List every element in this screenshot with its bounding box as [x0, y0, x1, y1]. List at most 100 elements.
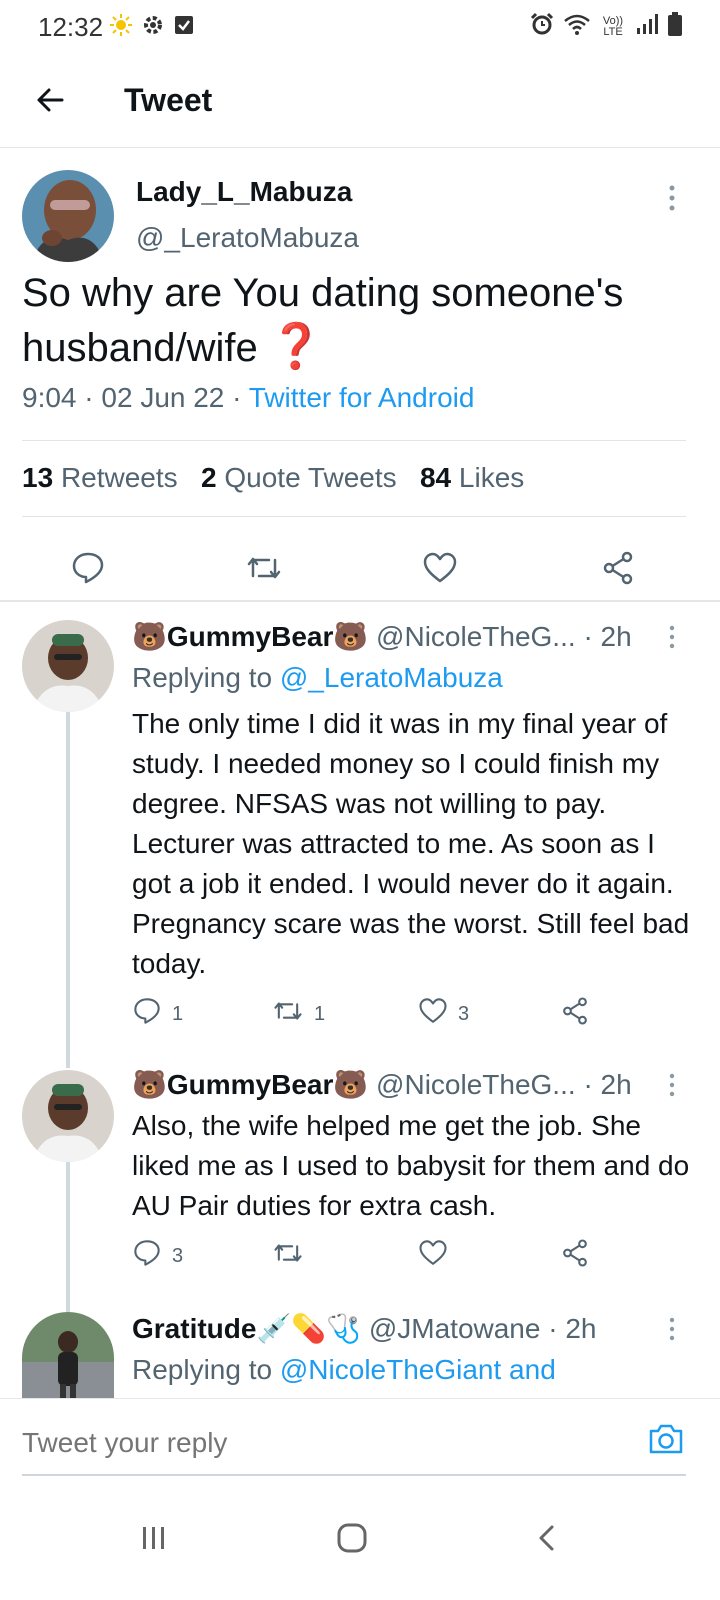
section-divider	[0, 600, 720, 602]
share-button[interactable]	[586, 538, 650, 602]
bear-emoji: 🐻	[132, 1069, 167, 1100]
checkbox-icon	[174, 15, 194, 40]
replying-to: Replying to @NicoleTheGiant and	[132, 1354, 556, 1385]
like-button[interactable]: 3	[418, 996, 469, 1032]
heart-icon	[418, 996, 448, 1032]
home-icon	[336, 1522, 368, 1559]
reply-header: Gratitude💉💊🩺 @JMatowane · 2h	[132, 1312, 596, 1345]
share-button[interactable]	[560, 996, 590, 1032]
status-time: 12:32	[38, 12, 104, 42]
question-mark-emoji: ❓	[268, 322, 324, 371]
gear-icon	[142, 14, 164, 41]
reply-author-name[interactable]: Gratitude	[132, 1313, 256, 1344]
reply-time: · 2h	[583, 1069, 632, 1100]
wifi-icon	[564, 13, 590, 40]
status-left-icons	[110, 14, 194, 41]
retweet-button[interactable]: 1	[272, 996, 325, 1032]
reply-button[interactable]: 3	[132, 1238, 183, 1274]
like-button[interactable]	[418, 1238, 448, 1274]
meta-separator: ·	[232, 382, 249, 413]
volte-icon: Vo)) LTE	[602, 14, 624, 38]
retweets-stat[interactable]: 13 Retweets	[22, 462, 178, 493]
reply-count: 1	[172, 1002, 184, 1025]
signal-icon	[636, 13, 658, 40]
reply-count: 3	[172, 1244, 184, 1267]
bear-emoji: 🐻	[333, 621, 369, 652]
comment-icon	[132, 996, 162, 1032]
chevron-left-icon	[533, 1523, 563, 1558]
retweet-button[interactable]	[232, 538, 296, 602]
reply-text: Also, the wife helped me get the job. Sh…	[132, 1110, 690, 1221]
reply-author-handle[interactable]: @JMatowane	[369, 1313, 541, 1344]
more-options-icon[interactable]	[660, 184, 684, 217]
retweet-icon	[272, 1238, 304, 1274]
replying-to-link[interactable]: @NicoleTheGiant and	[280, 1354, 556, 1385]
reply-header: 🐻GummyBear🐻 @NicoleTheG... · 2h	[132, 1068, 632, 1101]
reply-author-handle[interactable]: @NicoleTheG...	[376, 1069, 576, 1100]
retweet-icon	[272, 996, 304, 1032]
more-options-icon[interactable]	[664, 1316, 680, 1347]
recent-apps-icon	[139, 1523, 169, 1558]
back-nav-button[interactable]	[518, 1510, 578, 1570]
avatar[interactable]	[22, 1070, 114, 1162]
share-button[interactable]	[560, 1238, 590, 1274]
avatar[interactable]	[22, 170, 114, 262]
tweet-actions	[0, 538, 720, 602]
back-button[interactable]	[28, 80, 72, 124]
avatar[interactable]	[22, 1312, 114, 1398]
reply-header: 🐻GummyBear🐻 @NicoleTheG... · 2h	[132, 620, 632, 653]
retweet-count: 1	[314, 1002, 326, 1025]
app-bar: Tweet	[0, 56, 720, 148]
tweet-text: So why are You dating someone's husband/…	[22, 266, 692, 375]
composer-underline	[22, 1474, 686, 1476]
like-button[interactable]	[408, 538, 472, 602]
replying-to-link[interactable]: @_LeratoMabuza	[280, 662, 503, 693]
home-button[interactable]	[322, 1510, 382, 1570]
reply-input[interactable]	[22, 1423, 582, 1463]
system-nav-bar	[0, 1490, 720, 1600]
comment-icon	[132, 1238, 162, 1274]
reply-author-name[interactable]: GummyBear	[167, 621, 334, 652]
heart-icon	[422, 550, 458, 591]
retweet-icon	[245, 550, 283, 591]
avatar[interactable]	[22, 620, 114, 712]
likes-stat[interactable]: 84 Likes	[420, 462, 524, 493]
reply-time: · 2h	[583, 621, 632, 652]
bear-emoji: 🐻	[333, 1069, 369, 1100]
page-title: Tweet	[124, 82, 213, 118]
camera-button[interactable]	[644, 1419, 688, 1463]
tweet-time: 9:04	[22, 382, 77, 413]
quote-tweets-stat[interactable]: 2 Quote Tweets	[201, 462, 397, 493]
recent-apps-button[interactable]	[124, 1510, 184, 1570]
reply-actions: 3	[132, 1238, 612, 1278]
author-name[interactable]: Lady_L_Mabuza	[136, 176, 352, 208]
reply-author-name[interactable]: GummyBear	[167, 1069, 334, 1100]
camera-icon	[647, 1422, 685, 1461]
more-options-icon[interactable]	[664, 1072, 680, 1103]
thread-line	[66, 1162, 70, 1312]
share-icon	[560, 1238, 590, 1274]
reply-composer	[0, 1398, 720, 1478]
divider	[22, 440, 686, 441]
medical-emoji: 💉💊🩺	[256, 1313, 362, 1344]
tweet-date: 02 Jun 22	[101, 382, 225, 413]
reply-author-handle[interactable]: @NicoleTheG...	[376, 621, 576, 652]
reply-actions: 1 1 3	[132, 996, 612, 1036]
status-bar: 12:32 Vo)) LTE	[0, 0, 720, 56]
share-icon	[560, 996, 590, 1032]
thread-line	[66, 712, 70, 1068]
heart-icon	[418, 1238, 448, 1274]
author-handle[interactable]: @_LeratoMabuza	[136, 222, 359, 254]
tweet-source-link[interactable]: Twitter for Android	[249, 382, 475, 413]
battery-icon	[668, 12, 682, 41]
more-options-icon[interactable]	[664, 624, 680, 655]
meta-separator: ·	[84, 382, 102, 413]
alarm-icon	[530, 12, 554, 41]
reply-time: · 2h	[548, 1313, 597, 1344]
reply-button[interactable]: 1	[132, 996, 183, 1032]
retweet-button[interactable]	[272, 1238, 304, 1274]
comment-icon	[70, 550, 106, 591]
divider	[22, 516, 686, 517]
reply-button[interactable]	[56, 538, 120, 602]
replying-to: Replying to @_LeratoMabuza	[132, 662, 503, 693]
